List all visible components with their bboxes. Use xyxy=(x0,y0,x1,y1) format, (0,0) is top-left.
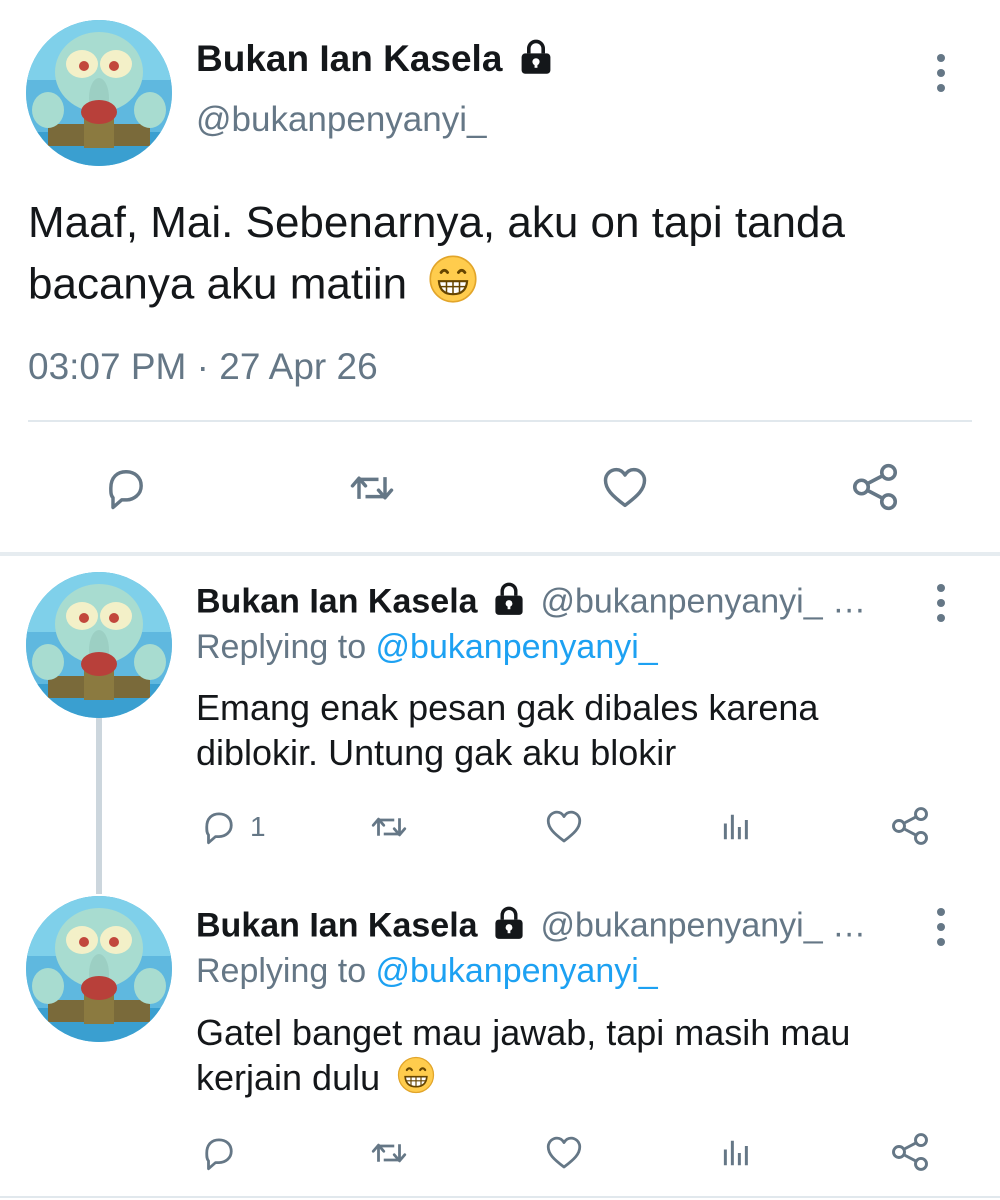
author-name[interactable]: Bukan Ian Kasela xyxy=(196,38,502,79)
tweet-timestamp[interactable]: 03:07 PM · 27 Apr 26 xyxy=(28,346,378,388)
reply-icon xyxy=(198,806,240,848)
analytics-icon xyxy=(716,806,758,848)
reply-icon xyxy=(100,462,152,514)
reply-header: Bukan Ian Kasela @bukanpenyanyi_ … xyxy=(196,582,866,625)
replying-to-label: Replying to xyxy=(196,952,376,990)
divider xyxy=(28,420,972,422)
author-name[interactable]: Bukan Ian Kasela xyxy=(196,582,478,620)
share-button[interactable] xyxy=(888,804,932,848)
like-button[interactable] xyxy=(542,1132,586,1174)
author-name-row[interactable]: Bukan Ian Kasela xyxy=(196,38,553,84)
author-handle[interactable]: @bukanpenyanyi_ … xyxy=(540,906,866,944)
avatar[interactable] xyxy=(26,896,172,1042)
reply-text: Emang enak pesan gak dibales karena dibl… xyxy=(196,687,819,773)
replying-to: Replying to @bukanpenyanyi_ xyxy=(196,628,658,667)
like-icon xyxy=(542,806,586,848)
section-divider xyxy=(0,552,1000,556)
replying-to-link[interactable]: @bukanpenyanyi_ xyxy=(376,952,658,990)
avatar[interactable] xyxy=(26,20,172,166)
like-button[interactable] xyxy=(542,806,586,848)
avatar[interactable] xyxy=(26,572,172,718)
reply-header: Bukan Ian Kasela @bukanpenyanyi_ … xyxy=(196,906,866,949)
tweet-text: Maaf, Mai. Sebenarnya, aku on tapi tanda… xyxy=(28,192,968,321)
analytics-button[interactable] xyxy=(716,1132,758,1174)
reply-button[interactable] xyxy=(198,1132,240,1174)
grin-emoji xyxy=(427,253,479,321)
retweet-button[interactable] xyxy=(344,462,400,514)
more-options-icon[interactable] xyxy=(935,584,947,622)
more-options-icon[interactable] xyxy=(935,54,947,92)
like-icon xyxy=(598,462,652,514)
lock-icon xyxy=(493,906,525,949)
share-button[interactable] xyxy=(888,1130,932,1174)
thread-line xyxy=(96,718,102,894)
grin-emoji xyxy=(396,1055,436,1105)
like-icon xyxy=(542,1132,586,1174)
like-button[interactable] xyxy=(598,462,652,514)
lock-icon xyxy=(519,39,553,84)
author-handle[interactable]: @bukanpenyanyi_ … xyxy=(540,582,866,620)
share-icon xyxy=(848,460,902,514)
share-icon xyxy=(888,804,932,848)
divider xyxy=(0,1196,1000,1198)
share-icon xyxy=(888,1130,932,1174)
more-options-icon[interactable] xyxy=(935,908,947,946)
replying-to-label: Replying to xyxy=(196,628,376,666)
retweet-icon xyxy=(366,1132,412,1174)
reply-icon xyxy=(198,1132,240,1174)
reply-text: Gatel banget mau jawab, tapi masih mau k… xyxy=(196,1010,936,1105)
analytics-icon xyxy=(716,1132,758,1174)
lock-icon xyxy=(493,582,525,625)
replying-to: Replying to @bukanpenyanyi_ xyxy=(196,952,658,991)
analytics-button[interactable] xyxy=(716,806,758,848)
reply-button[interactable] xyxy=(100,462,152,514)
author-handle[interactable]: @bukanpenyanyi_ xyxy=(196,100,486,140)
reply-button[interactable]: 1 xyxy=(198,806,266,848)
retweet-button[interactable] xyxy=(366,806,412,848)
reply-text-content: Gatel banget mau jawab, tapi masih mau k… xyxy=(196,1012,851,1098)
retweet-icon xyxy=(344,462,400,514)
replying-to-link[interactable]: @bukanpenyanyi_ xyxy=(376,628,658,666)
author-name[interactable]: Bukan Ian Kasela xyxy=(196,906,478,944)
share-button[interactable] xyxy=(848,460,902,514)
retweet-button[interactable] xyxy=(366,1132,412,1174)
retweet-icon xyxy=(366,806,412,848)
reply-count: 1 xyxy=(250,811,266,842)
